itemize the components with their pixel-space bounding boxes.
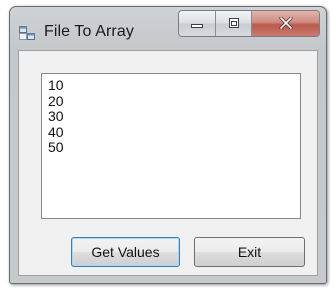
get-values-button[interactable]: Get Values: [71, 237, 180, 267]
app-window: File To Array 10 20 30 40 50 Get Values …: [9, 6, 327, 284]
caption-buttons: [178, 10, 320, 37]
maximize-icon: [228, 14, 240, 33]
list-item[interactable]: 40: [48, 124, 300, 141]
minimize-icon: [190, 14, 204, 33]
windows-form-icon[interactable]: [19, 25, 35, 41]
form-client-area: 10 20 30 40 50 Get Values Exit: [18, 50, 318, 276]
minimize-button[interactable]: [179, 11, 216, 36]
list-item[interactable]: 30: [48, 108, 300, 125]
list-item[interactable]: 10: [48, 77, 300, 94]
window-title: File To Array: [44, 23, 134, 40]
close-icon: [278, 14, 293, 33]
exit-button[interactable]: Exit: [194, 237, 305, 267]
list-item[interactable]: 20: [48, 93, 300, 110]
maximize-button[interactable]: [216, 11, 252, 36]
values-listbox[interactable]: 10 20 30 40 50: [41, 73, 301, 219]
list-item[interactable]: 50: [48, 139, 300, 156]
close-button[interactable]: [252, 11, 319, 36]
